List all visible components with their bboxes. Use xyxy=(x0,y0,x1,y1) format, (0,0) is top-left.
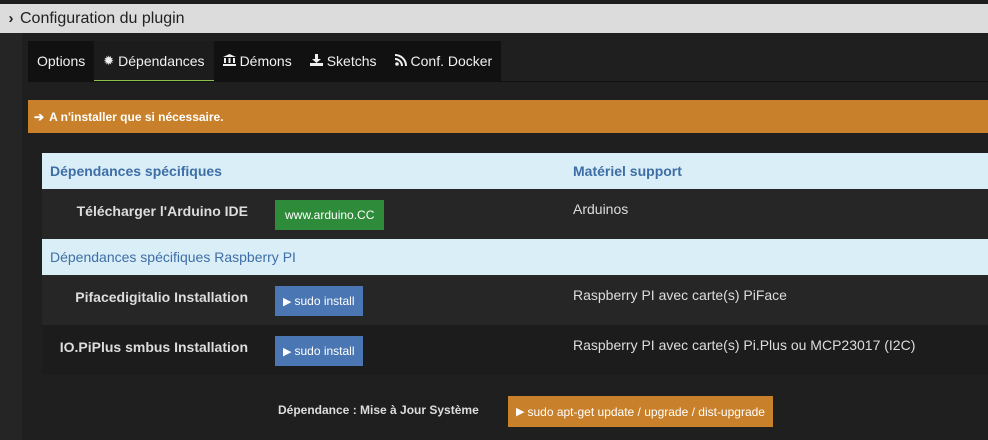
system-update-label: Dépendance : Mise à Jour Système xyxy=(278,403,479,417)
tab-bar: Options ✹ Dépendances Démons Sketchs Con… xyxy=(28,41,502,81)
system-update-button[interactable]: ▶ sudo apt-get update / upgrade / dist-u… xyxy=(508,396,773,427)
play-icon: ▶ xyxy=(516,406,525,418)
arduino-link-button[interactable]: www.arduino.CC xyxy=(275,200,385,230)
arrow-right-icon: ➔ xyxy=(34,109,45,124)
tab-sketchs[interactable]: Sketchs xyxy=(300,41,386,81)
tab-label: Démons xyxy=(239,53,292,69)
pifacedigitalio-install-button[interactable]: ▶ sudo install xyxy=(275,286,363,316)
button-label: sudo install xyxy=(294,344,355,358)
tab-options[interactable]: Options xyxy=(28,41,95,81)
hardware-text: Raspberry PI avec carte(s) Pi.Plus ou MC… xyxy=(573,337,916,353)
row-label: Pifacedigitalio Installation xyxy=(75,289,248,305)
tab-demons[interactable]: Démons xyxy=(213,41,301,81)
section-header-raspberry: Dépendances spécifiques Raspberry PI xyxy=(42,239,988,275)
column-header-hardware: Matériel support xyxy=(573,163,682,179)
tab-label: Conf. Docker xyxy=(410,53,493,69)
section-title: Dépendances spécifiques Raspberry PI xyxy=(50,249,296,265)
rss-icon xyxy=(394,53,407,69)
table-header-row: Dépendances spécifiques Matériel support xyxy=(42,153,988,189)
tab-divider xyxy=(28,81,988,82)
row-label: IO.PiPlus smbus Installation xyxy=(59,339,248,355)
row-label: Télécharger l'Arduino IDE xyxy=(76,203,248,219)
button-label: sudo install xyxy=(294,294,355,308)
play-icon: ▶ xyxy=(283,295,292,308)
button-label: sudo apt-get update / upgrade / dist-upg… xyxy=(527,404,765,419)
dependencies-table: Dépendances spécifiques Matériel support… xyxy=(42,153,988,375)
tab-label: Sketchs xyxy=(326,53,377,69)
column-header-dependencies: Dépendances spécifiques xyxy=(50,163,222,179)
table-row: Télécharger l'Arduino IDE www.arduino.CC… xyxy=(42,189,988,239)
download-icon xyxy=(309,53,323,69)
hardware-text: Raspberry PI avec carte(s) PiFace xyxy=(573,287,787,303)
button-label: www.arduino.CC xyxy=(285,208,375,222)
bank-icon xyxy=(222,53,236,69)
tab-conf-docker[interactable]: Conf. Docker xyxy=(385,41,502,81)
table-row: IO.PiPlus smbus Installation ▶ sudo inst… xyxy=(42,325,988,375)
panel-title: Configuration du plugin xyxy=(20,9,185,27)
info-alert: ➔ A n'installer que si nécessaire. xyxy=(28,100,988,133)
table-row: Pifacedigitalio Installation ▶ sudo inst… xyxy=(42,275,988,325)
panel-header[interactable]: › Configuration du plugin xyxy=(0,4,988,33)
gear-icon: ✹ xyxy=(103,52,115,68)
left-gutter xyxy=(0,33,22,440)
alert-text: A n'installer que si nécessaire. xyxy=(49,109,224,124)
iopiplus-install-button[interactable]: ▶ sudo install xyxy=(275,336,363,366)
chevron-right-icon[interactable]: › xyxy=(2,10,20,27)
hardware-text: Arduinos xyxy=(573,201,629,217)
tab-label: Dépendances xyxy=(118,52,205,69)
play-icon: ▶ xyxy=(283,345,292,358)
plugin-config-content: Options ✹ Dépendances Démons Sketchs Con… xyxy=(22,33,988,440)
tab-dependances[interactable]: ✹ Dépendances xyxy=(94,41,214,81)
tab-label: Options xyxy=(37,53,86,69)
